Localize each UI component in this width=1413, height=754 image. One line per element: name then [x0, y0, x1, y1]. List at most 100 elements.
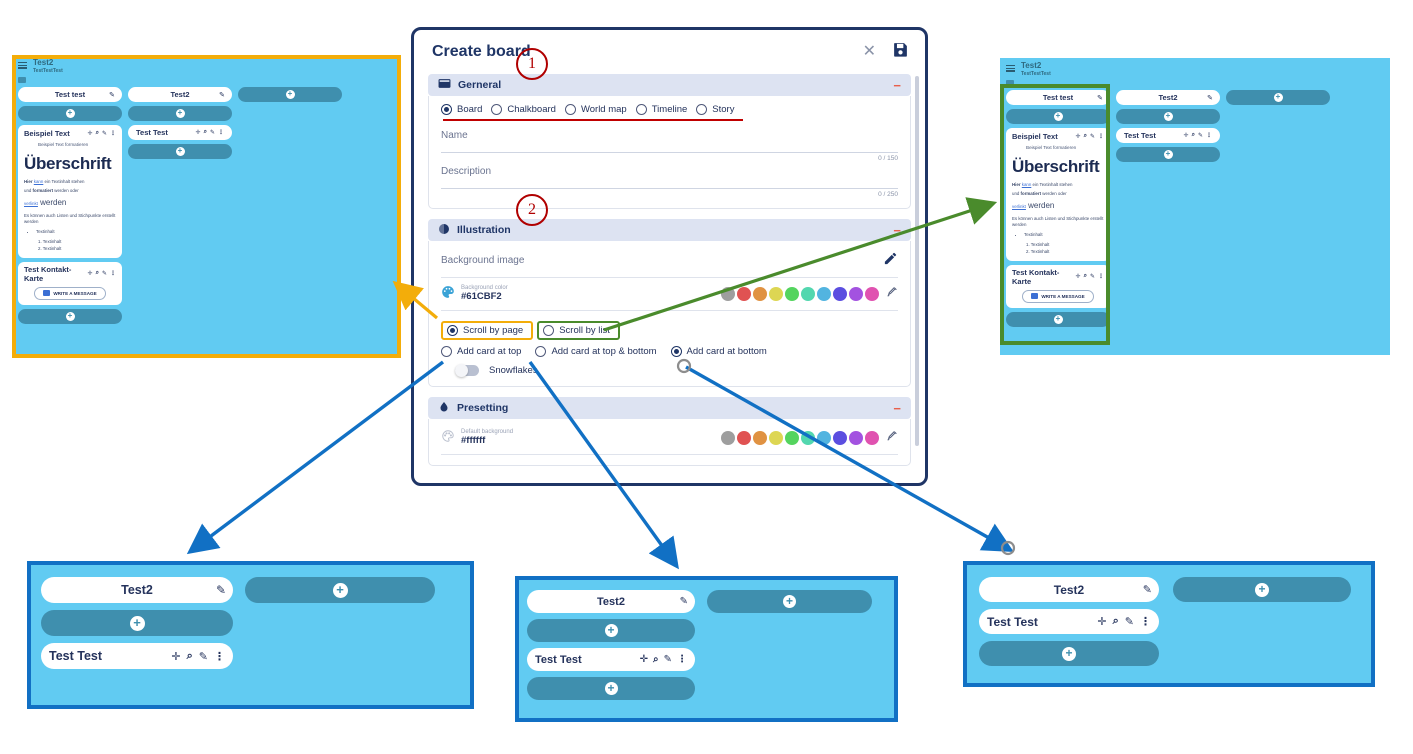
radio-add-card-top-bottom[interactable]: Add card at top & bottom: [535, 346, 657, 358]
radio-timeline[interactable]: Timeline: [635, 104, 687, 115]
swatch-green[interactable]: [785, 430, 799, 445]
radio-label: Scroll by page: [463, 325, 524, 337]
add-card-radio-group[interactable]: Add card at top Add card at top & bottom…: [441, 346, 898, 358]
collapse-icon[interactable]: −: [893, 224, 901, 237]
radio-label: Add card at top & bottom: [551, 346, 657, 358]
eyedropper-icon[interactable]: [885, 286, 898, 302]
swatch-indigo[interactable]: [833, 430, 847, 445]
radio-chalkboard[interactable]: Chalkboard: [491, 104, 556, 115]
swatch-teal[interactable]: [801, 430, 815, 445]
swatch-green[interactable]: [785, 286, 799, 301]
hamburger-icon[interactable]: [1006, 65, 1015, 72]
highlight-box-add-card-top-bottom: [515, 576, 898, 722]
more-vertical-icon[interactable]: ⋮: [1206, 132, 1212, 139]
swatch-teal[interactable]: [801, 286, 815, 301]
swatch-pink[interactable]: [865, 430, 879, 445]
create-board-dialog: Create board ✕ Gerneral − Board Chalkboa…: [411, 27, 928, 486]
radio-board[interactable]: Board: [441, 104, 482, 115]
dialog-scrollbar[interactable]: [915, 76, 919, 446]
section-illustration: Illustration − Background image Backgrou…: [428, 219, 911, 388]
swatch-gray[interactable]: [721, 430, 735, 445]
radio-indicator[interactable]: [543, 325, 555, 337]
radio-indicator[interactable]: [696, 104, 708, 115]
radio-scroll-by-list[interactable]: Scroll by list: [543, 325, 610, 337]
plus-icon: [1163, 150, 1173, 159]
radio-indicator[interactable]: [447, 325, 458, 337]
section-general-header[interactable]: Gerneral −: [428, 74, 911, 96]
snowflakes-toggle[interactable]: [455, 364, 479, 378]
swatch-purple[interactable]: [849, 286, 863, 301]
pencil-icon[interactable]: [883, 251, 898, 269]
section-presetting-title: Presetting: [457, 402, 509, 415]
pencil-icon[interactable]: ✎: [1207, 94, 1213, 102]
swatch-blue[interactable]: [817, 286, 831, 301]
scroll-mode-radio-group[interactable]: Scroll by page Scroll by list: [441, 321, 898, 341]
swatch-gray[interactable]: [721, 286, 735, 301]
section-illustration-body: Background image Background color #61CBF…: [428, 241, 911, 388]
swatch-red[interactable]: [737, 430, 751, 445]
collapse-icon[interactable]: −: [893, 79, 901, 92]
swatch-pink[interactable]: [865, 286, 879, 301]
swatch-indigo[interactable]: [833, 286, 847, 301]
presetting-swatches[interactable]: [721, 430, 898, 446]
section-presetting-header[interactable]: Presetting −: [428, 397, 911, 420]
description-input[interactable]: [441, 188, 898, 189]
highlight-scroll-by-list: Scroll by list: [537, 321, 620, 341]
pencil-icon[interactable]: ✎: [1198, 132, 1203, 139]
palette-icon[interactable]: [441, 429, 455, 446]
move-icon[interactable]: ✛: [1184, 132, 1189, 139]
collapse-icon[interactable]: −: [893, 402, 901, 415]
radio-add-card-at-bottom[interactable]: Add card at bottom: [670, 346, 767, 358]
name-input[interactable]: [441, 152, 898, 153]
list-header-card[interactable]: Test2 ✎: [1116, 90, 1220, 105]
divider: [441, 277, 898, 278]
radio-indicator[interactable]: [635, 104, 647, 115]
swatch-blue[interactable]: [817, 430, 831, 445]
magnifier-icon[interactable]: ⌕: [1192, 132, 1195, 139]
section-illustration-header[interactable]: Illustration −: [428, 219, 911, 241]
radio-indicator[interactable]: [491, 104, 503, 115]
radio-add-card-at-top[interactable]: Add card at top: [441, 346, 522, 358]
radio-story[interactable]: Story: [696, 104, 734, 115]
radio-scroll-by-page[interactable]: Scroll by page: [447, 325, 524, 337]
name-field-wrapper: Name 0 / 150: [441, 130, 898, 162]
background-color-value: #61CBF2: [461, 290, 502, 302]
radio-label: Board: [457, 104, 483, 115]
dialog-header: Create board ✕: [414, 30, 925, 69]
swatch-yellow[interactable]: [769, 430, 783, 445]
eyedropper-icon[interactable]: [885, 430, 898, 446]
globe-icon: [438, 223, 450, 238]
illustration-swatches[interactable]: [721, 286, 898, 302]
radio-indicator[interactable]: [670, 346, 682, 358]
swatch-orange[interactable]: [753, 430, 767, 445]
add-list-button[interactable]: [1226, 90, 1330, 105]
radio-indicator[interactable]: [535, 346, 547, 358]
name-counter: 0 / 150: [878, 155, 898, 162]
snowflakes-row[interactable]: Snowflakes: [455, 364, 898, 378]
radio-indicator[interactable]: [564, 104, 576, 115]
radio-world-map[interactable]: World map: [564, 104, 627, 115]
swatch-purple[interactable]: [849, 430, 863, 445]
radio-label: Scroll by list: [559, 325, 610, 337]
radio-indicator[interactable]: [441, 104, 452, 115]
description-counter: 0 / 250: [878, 191, 898, 198]
radio-label: Add card at top: [457, 346, 522, 358]
add-card-button[interactable]: [1116, 109, 1220, 124]
card-icons[interactable]: ✛ ⌕ ✎ ⋮: [1184, 132, 1212, 139]
board-type-radio-group[interactable]: Board Chalkboard World map Timeline Stor…: [441, 104, 898, 115]
swatch-red[interactable]: [737, 286, 751, 301]
background-image-row: Background image: [441, 249, 898, 269]
radio-indicator[interactable]: [441, 346, 452, 358]
palette-icon[interactable]: [441, 285, 455, 302]
swatch-yellow[interactable]: [769, 286, 783, 301]
highlight-box-scroll-by-page: [12, 55, 401, 358]
save-icon[interactable]: [892, 41, 909, 63]
radio-label: Add card at bottom: [686, 346, 767, 358]
divider: [441, 454, 898, 456]
add-card-button[interactable]: [1116, 147, 1220, 162]
cursor-marker: [1000, 540, 1016, 556]
background-image-label: Background image: [441, 254, 525, 266]
close-icon[interactable]: ✕: [863, 44, 876, 60]
card[interactable]: Test Test ✛ ⌕ ✎ ⋮: [1116, 128, 1220, 143]
swatch-orange[interactable]: [753, 286, 767, 301]
